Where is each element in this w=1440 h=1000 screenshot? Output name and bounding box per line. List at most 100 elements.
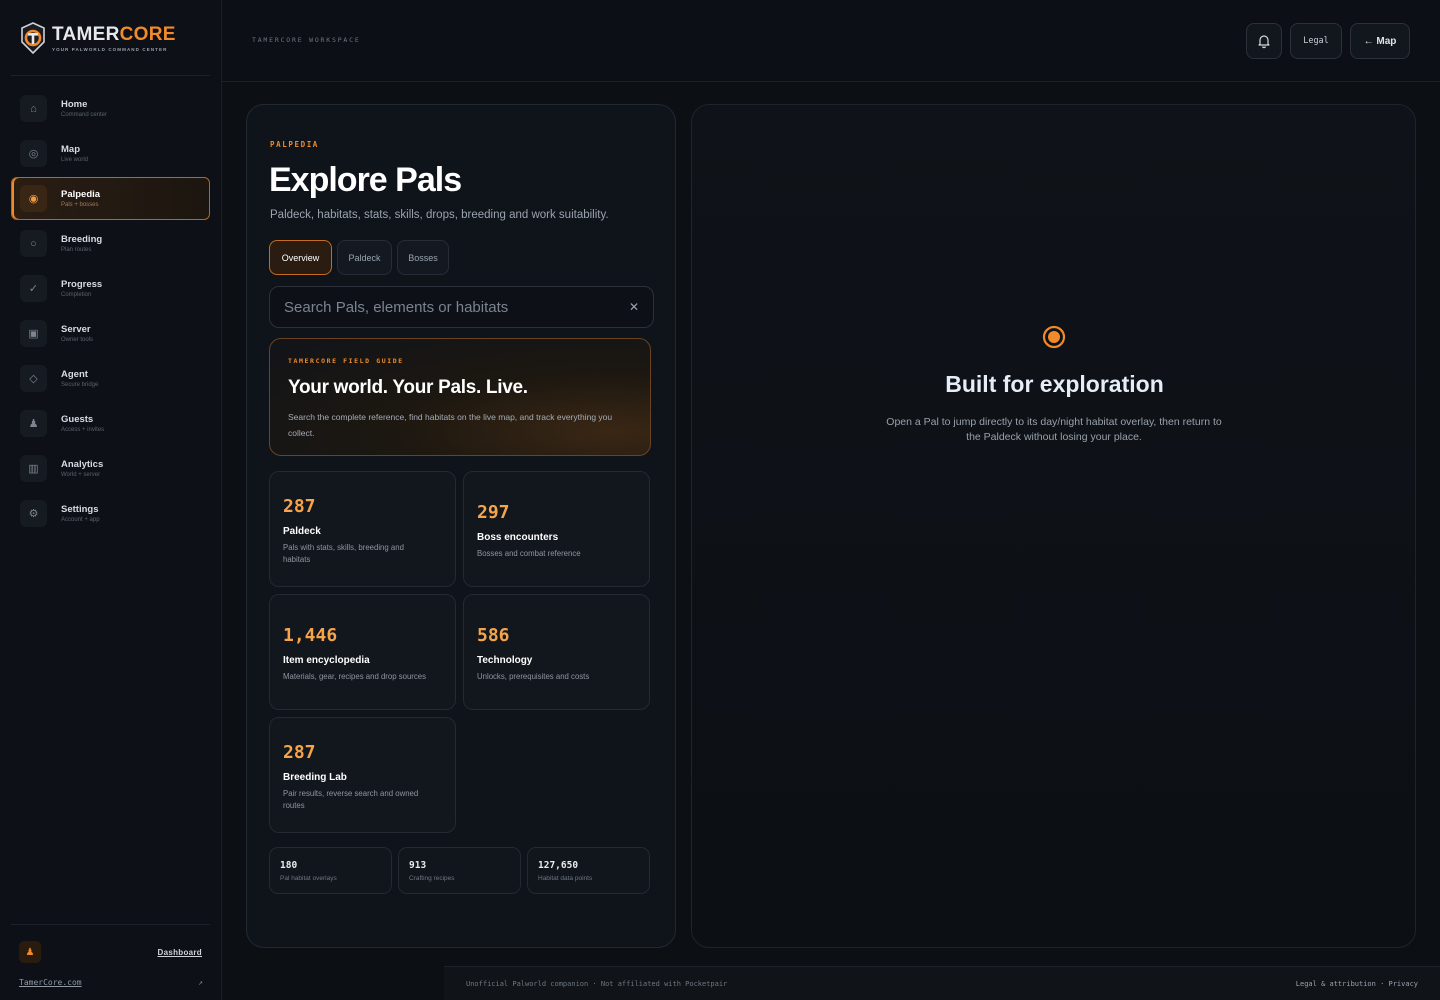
stat-label: Crafting recipes (409, 875, 455, 882)
topbar: TAMERCORE WORKSPACE Legal ← Map (222, 0, 1440, 82)
footer-disclaimer: Unofficial Palworld companion · Not affi… (466, 980, 728, 988)
sidebar-item-settings[interactable]: ⚙ Settings Account + app (11, 492, 210, 535)
card-desc: Pair results, reverse search and owned r… (283, 789, 419, 810)
sidebar-item-map[interactable]: ◎ Map Live world (11, 132, 210, 175)
sidebar-nav: ⌂ Home Command center ◎ Map Live world ◉ Palped… (11, 87, 210, 537)
card-paldeck[interactable]: 287 Paldeck Pals with stats, skills, bre… (269, 471, 456, 587)
detail-panel: Built for exploration Open a Pal to jump… (691, 104, 1416, 948)
check-icon: ✓ (20, 275, 47, 302)
settings-icon: ⚙ (20, 500, 47, 527)
sidebar-item-label: Palpedia (61, 189, 101, 200)
sidebar-item-text: Server Owner tools (61, 324, 93, 343)
card-title: Paldeck (283, 526, 321, 537)
card-title: Breeding Lab (283, 772, 347, 783)
clear-icon[interactable]: ✕ (629, 300, 639, 314)
card-desc: Materials, gear, recipes and drop source… (283, 672, 427, 681)
sidebar-item-label: Server (61, 324, 91, 335)
back-to-map-button[interactable]: ← Map (1350, 23, 1410, 59)
user-icon[interactable]: ♟ (19, 941, 41, 963)
tamercore-logo-icon (21, 22, 45, 54)
sidebar-item-text: Map Live world (61, 144, 88, 163)
empty-state-title: Built for exploration (945, 371, 1164, 397)
tab-bar: Overview Paldeck Bosses (269, 240, 449, 275)
palpedia-panel: PALPEDIA Explore Pals Paldeck, habitats,… (246, 104, 676, 948)
field-guide-banner: TAMERCORE FIELD GUIDE Your world. Your P… (269, 338, 651, 456)
card-desc: Bosses and combat reference (477, 549, 581, 558)
legal-button[interactable]: Legal (1290, 23, 1342, 59)
card-desc: Pals with stats, skills, breeding and ha… (283, 543, 404, 564)
sidebar-item-sub: Command center (61, 112, 108, 118)
guide-title: Your world. Your Pals. Live. (288, 377, 528, 398)
external-link-icon[interactable]: ↗ (198, 978, 203, 987)
sidebar-item-agent[interactable]: ◇ Agent Secure bridge (11, 357, 210, 400)
brand-name: TAMERCORE (52, 23, 176, 45)
card-title: Item encyclopedia (283, 655, 370, 666)
sidebar-item-home[interactable]: ⌂ Home Command center (11, 87, 210, 130)
search-box: ✕ (269, 286, 654, 328)
card-count: 1,446 (283, 625, 338, 646)
sidebar-item-progress[interactable]: ✓ Progress Completion (11, 267, 210, 310)
stat-value: 127,650 (538, 860, 579, 871)
dashboard-link[interactable]: Dashboard (158, 948, 203, 957)
footer: Unofficial Palworld companion · Not affi… (444, 966, 1440, 1000)
analytics-icon: ▥ (20, 455, 47, 482)
sidebar-item-sub: Live world (61, 157, 89, 163)
sidebar-item-guests[interactable]: ♟ Guests Access + invites (11, 402, 210, 445)
sidebar-item-palpedia[interactable]: ◉ Palpedia Pals + bosses (11, 177, 210, 220)
sidebar-item-analytics[interactable]: ▥ Analytics World + server (11, 447, 210, 490)
panel-eyebrow: PALPEDIA (270, 140, 319, 149)
workspace-label: TAMERCORE WORKSPACE (252, 36, 361, 44)
sidebar-item-sub: Completion (61, 292, 92, 298)
sidebar-item-text: Palpedia Pals + bosses (61, 189, 100, 208)
sidebar-item-text: Guests Access + invites (61, 414, 104, 433)
page-title: Explore Pals (269, 161, 462, 199)
brand-tagline: YOUR PALWORLD COMMAND CENTER (52, 46, 168, 52)
sidebar-item-label: Map (61, 144, 80, 155)
card-item-encyclopedia[interactable]: 1,446 Item encyclopedia Materials, gear,… (269, 594, 456, 710)
home-icon: ⌂ (20, 95, 47, 122)
card-count: 297 (477, 502, 510, 523)
tab-bosses[interactable]: Bosses (397, 240, 449, 275)
sidebar-divider (11, 924, 210, 925)
tab-paldeck[interactable]: Paldeck (337, 240, 392, 275)
sidebar-item-text: Home Command center (61, 99, 107, 118)
site-row: TamerCore.com ↗ (19, 978, 203, 987)
sidebar: TAMERCORE YOUR PALWORLD COMMAND CENTER ⌂… (0, 0, 222, 1000)
card-title: Technology (477, 655, 533, 666)
stat-habitat-overlays: 180 Pal habitat overlays (269, 847, 392, 894)
sidebar-item-label: Guests (61, 414, 94, 425)
diamond-icon: ◇ (20, 365, 47, 392)
footer-links[interactable]: Legal & attribution · Privacy (1296, 980, 1418, 988)
sidebar-item-server[interactable]: ▣ Server Owner tools (11, 312, 210, 355)
sidebar-item-breeding[interactable]: ○ Breeding Plan routes (11, 222, 210, 265)
guide-eyebrow: TAMERCORE FIELD GUIDE (288, 357, 404, 365)
sidebar-item-label: Agent (61, 369, 88, 380)
bell-icon (1258, 35, 1270, 49)
page-subtitle: Paldeck, habitats, stats, skills, drops,… (270, 209, 609, 221)
guide-text: Search the complete reference, find habi… (288, 412, 613, 438)
card-boss-encounters[interactable]: 297 Boss encounters Bosses and combat re… (463, 471, 650, 587)
search-input[interactable] (284, 298, 604, 316)
breeding-icon: ○ (20, 230, 47, 257)
stat-label: Pal habitat overlays (280, 875, 337, 882)
notifications-button[interactable] (1246, 23, 1282, 59)
sidebar-item-sub: Owner tools (61, 337, 94, 343)
sidebar-item-text: Agent Secure bridge (61, 369, 98, 388)
target-icon (1042, 325, 1066, 349)
sidebar-item-text: Settings Account + app (61, 504, 100, 523)
card-desc: Unlocks, prerequisites and costs (477, 672, 590, 681)
site-link[interactable]: TamerCore.com (19, 978, 82, 987)
server-icon: ▣ (20, 320, 47, 347)
card-technology[interactable]: 586 Technology Unlocks, prerequisites an… (463, 594, 650, 710)
sidebar-item-sub: Secure bridge (61, 382, 99, 388)
map-target-icon: ◎ (20, 140, 47, 167)
stat-habitat-data-points: 127,650 Habitat data points (527, 847, 650, 894)
sidebar-item-label: Settings (61, 504, 99, 515)
stat-crafting-recipes: 913 Crafting recipes (398, 847, 521, 894)
tab-overview[interactable]: Overview (269, 240, 332, 275)
card-breeding-lab[interactable]: 287 Breeding Lab Pair results, reverse s… (269, 717, 456, 833)
brand[interactable]: TAMERCORE YOUR PALWORLD COMMAND CENTER (20, 22, 176, 54)
sidebar-item-text: Analytics World + server (61, 459, 103, 478)
sidebar-item-label: Analytics (61, 459, 104, 470)
card-count: 287 (283, 496, 316, 517)
